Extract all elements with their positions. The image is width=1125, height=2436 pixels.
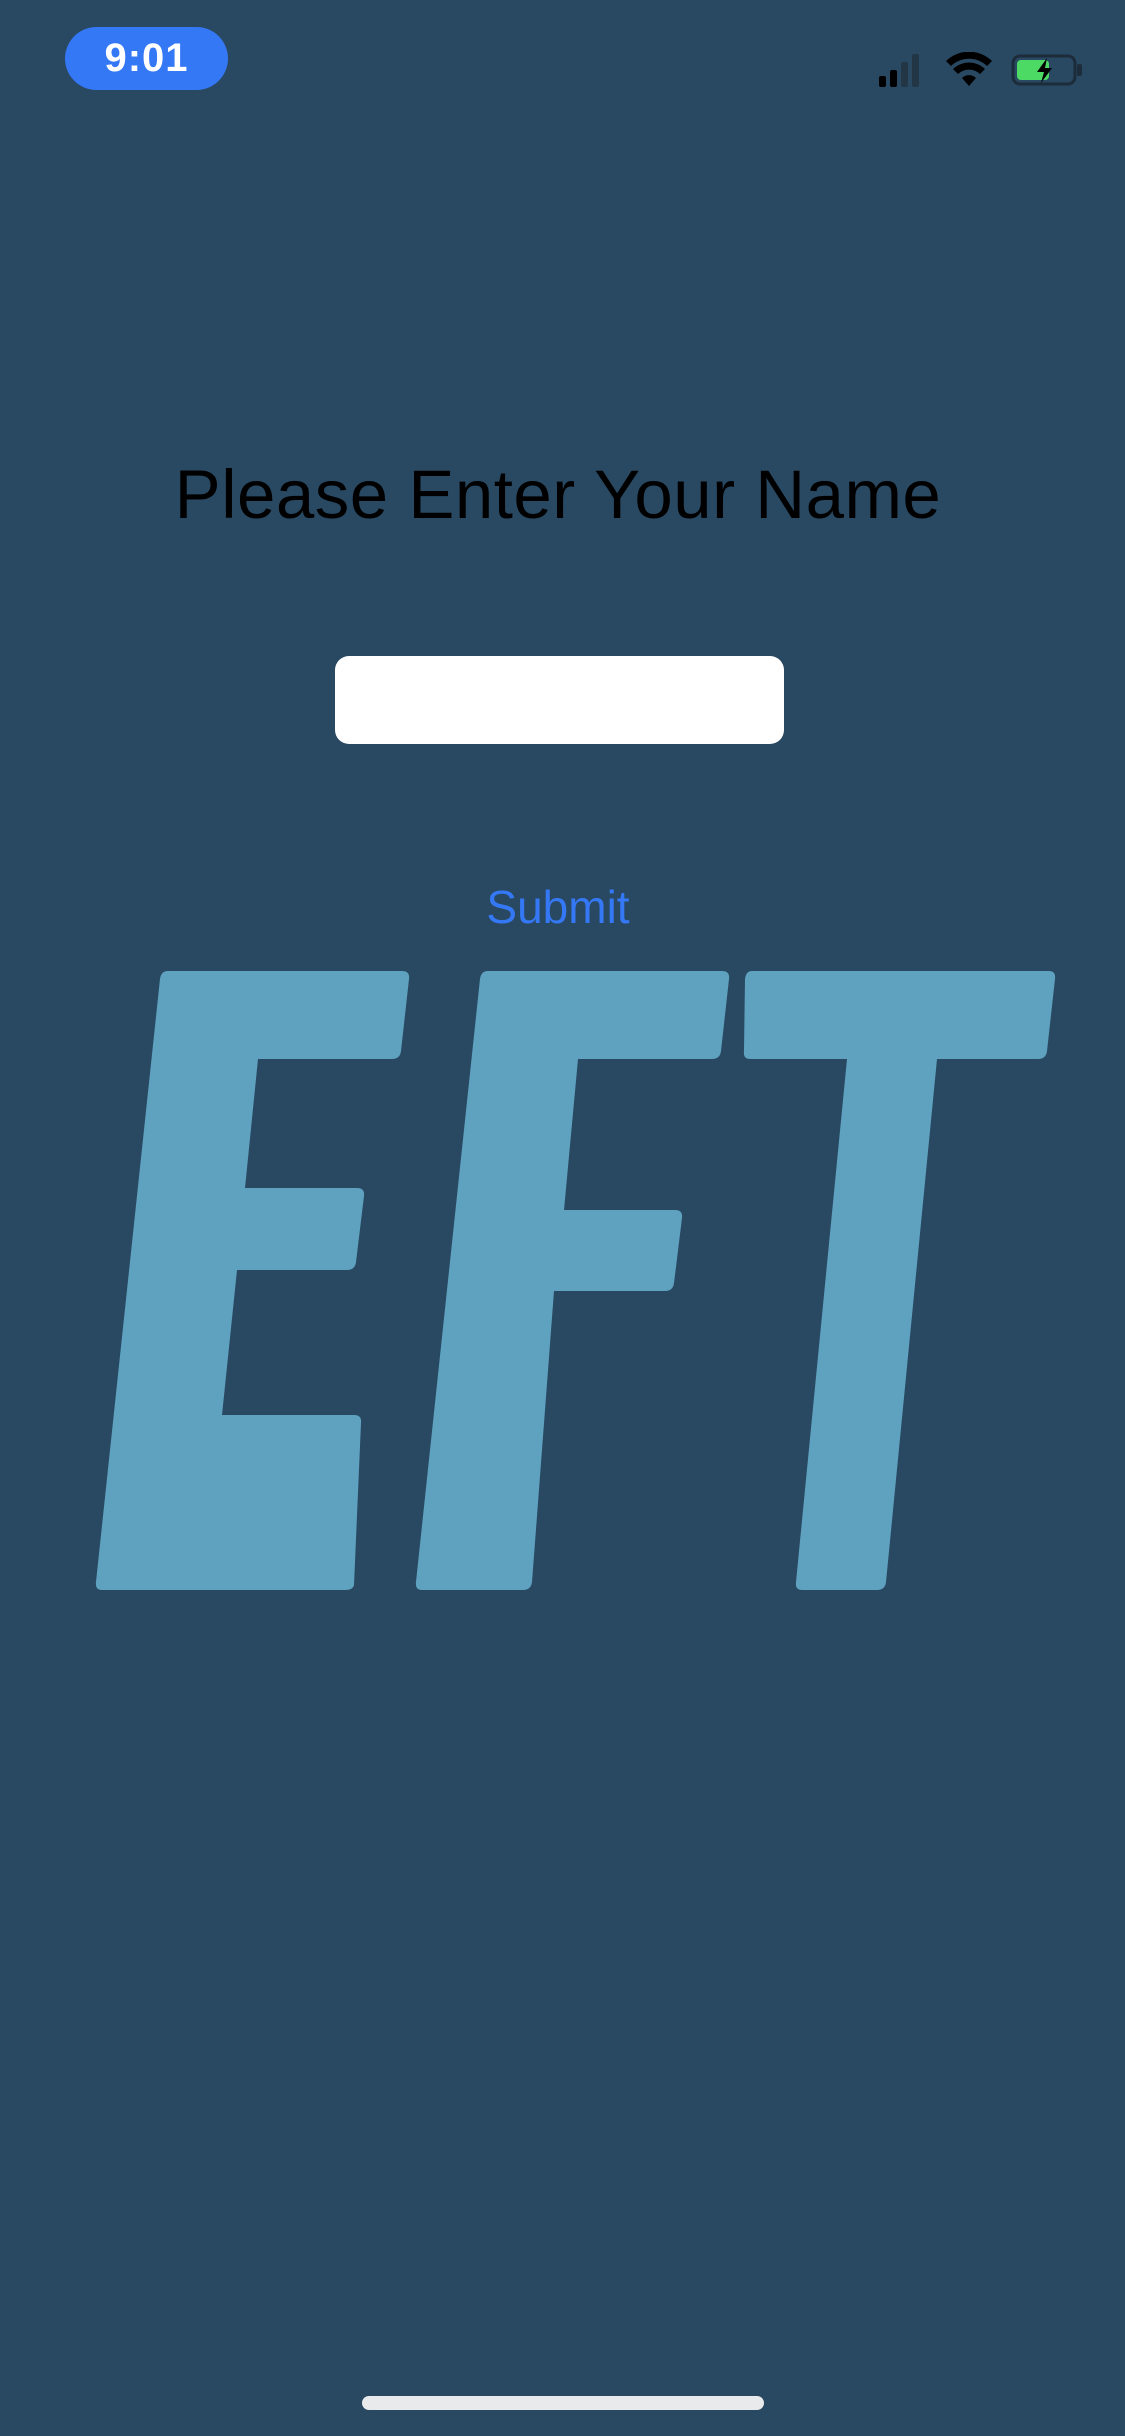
name-input[interactable] xyxy=(335,656,784,744)
battery-charging-icon xyxy=(1011,54,1082,86)
status-time: 9:01 xyxy=(104,36,189,80)
eft-logo xyxy=(95,971,1056,1590)
home-indicator[interactable] xyxy=(362,2396,764,2410)
submit-button[interactable]: Submit xyxy=(0,880,1116,934)
cellular-signal-icon xyxy=(879,53,923,87)
wifi-icon xyxy=(946,52,992,86)
signal-bar xyxy=(879,76,886,87)
page-title: Please Enter Your Name xyxy=(174,456,942,533)
signal-bar xyxy=(890,70,897,87)
status-time-pill: 9:01 xyxy=(65,27,228,90)
signal-bar xyxy=(912,54,919,87)
signal-bar xyxy=(901,62,908,87)
status-indicators xyxy=(879,50,1083,90)
name-entry-screen: 9:01 Please Enter Your Name Submit xyxy=(0,0,1125,2436)
